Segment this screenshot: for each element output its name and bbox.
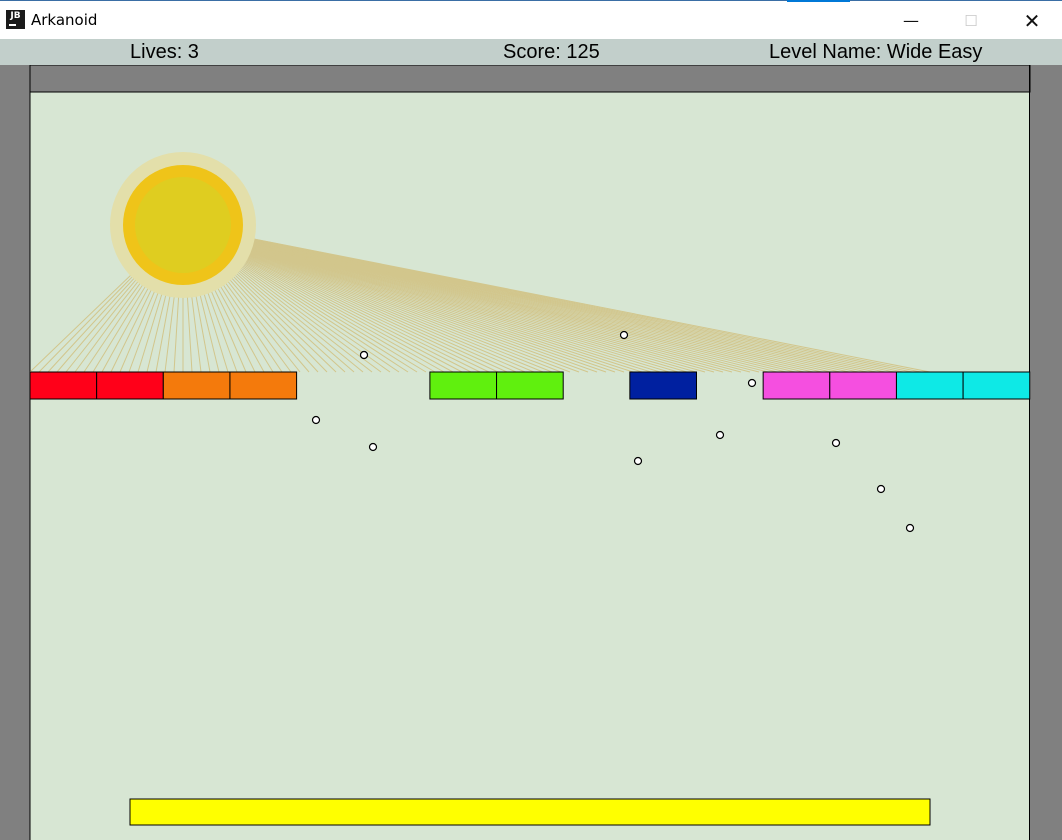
taskbar-accent-strip — [787, 0, 850, 2]
window-title-bar[interactable]: JB Arkanoid — ☐ ✕ — [0, 0, 1062, 39]
game-canvas[interactable] — [0, 65, 1062, 840]
brick-row — [29, 371, 1031, 400]
ball — [905, 523, 915, 533]
jetbrains-logo-icon: JB — [6, 10, 25, 29]
brick — [629, 371, 697, 400]
hud-bar: Lives: 3 Score: 125 Level Name: Wide Eas… — [0, 39, 1062, 65]
brick — [229, 371, 298, 400]
maximize-button[interactable]: ☐ — [942, 1, 1000, 40]
app-icon-text: JB — [10, 11, 21, 21]
ball — [619, 330, 629, 340]
brick — [762, 371, 831, 400]
right-wall — [1030, 65, 1062, 840]
ball — [368, 442, 378, 452]
level-name-indicator: Level Name: Wide Easy — [769, 41, 983, 63]
ball — [359, 350, 369, 360]
window-title: Arkanoid — [31, 11, 98, 29]
brick — [96, 371, 164, 400]
brick — [496, 371, 564, 400]
ball — [715, 430, 725, 440]
minimize-icon: — — [903, 11, 919, 30]
app-icon-underscore — [9, 24, 16, 26]
brick — [429, 371, 498, 400]
brick — [829, 371, 897, 400]
brick — [895, 371, 964, 400]
score-indicator: Score: 125 — [503, 41, 600, 63]
lives-indicator: Lives: 3 — [130, 41, 199, 63]
game-area[interactable] — [0, 65, 1062, 840]
close-button[interactable]: ✕ — [1003, 1, 1061, 40]
left-wall — [0, 65, 30, 840]
ball — [633, 456, 643, 466]
paddle[interactable] — [129, 798, 931, 826]
ball — [876, 484, 886, 494]
maximize-icon: ☐ — [964, 11, 978, 30]
brick — [162, 371, 231, 400]
brick — [962, 371, 1031, 400]
sun-core — [135, 177, 231, 273]
close-icon: ✕ — [1023, 8, 1041, 33]
minimize-button[interactable]: — — [882, 1, 940, 40]
ball — [831, 438, 841, 448]
ball — [311, 415, 321, 425]
brick — [29, 371, 98, 400]
top-wall — [29, 65, 1031, 93]
ball — [747, 378, 757, 388]
